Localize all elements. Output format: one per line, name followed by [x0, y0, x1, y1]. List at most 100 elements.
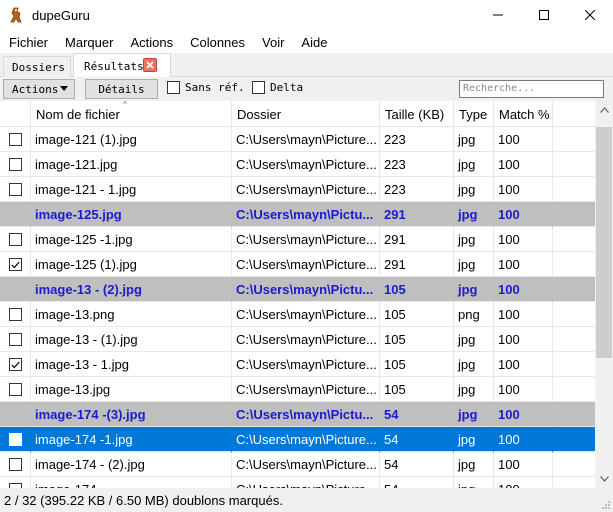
cell-size: 291 — [380, 227, 454, 252]
search-input[interactable]: Recherche... — [459, 80, 604, 98]
details-button[interactable]: Détails — [85, 79, 158, 99]
column-header-empty — [553, 101, 595, 127]
row-checkbox[interactable] — [8, 358, 22, 371]
cell-empty — [553, 227, 595, 252]
vertical-scrollbar[interactable] — [595, 101, 613, 488]
row-check-cell — [0, 327, 31, 352]
results-table: ^ Nom de fichier Dossier Taille (KB) Typ… — [0, 101, 595, 488]
cell-folder: C:\Users\mayn\Pictu... — [232, 277, 380, 302]
cell-size: 54 — [380, 402, 454, 427]
table-body: image-121 (1).jpg C:\Users\mayn\Picture..… — [0, 127, 595, 488]
table-row[interactable]: image-121.jpg C:\Users\mayn\Picture... 223… — [0, 152, 595, 177]
cell-empty — [553, 352, 595, 377]
row-checkbox[interactable] — [8, 158, 22, 171]
cell-folder: C:\Users\mayn\Picture... — [232, 127, 380, 152]
cell-match: 100 — [494, 177, 553, 202]
row-checkbox[interactable] — [8, 233, 22, 246]
menu-colonnes[interactable]: Colonnes — [181, 35, 253, 50]
row-checkbox[interactable] — [8, 333, 22, 346]
table-row[interactable]: image-13 - 1.jpg C:\Users\mayn\Picture...… — [0, 352, 595, 377]
row-check-cell — [0, 152, 31, 177]
status-text: 2 / 32 (395.22 KB / 6.50 MB) doublons ma… — [4, 492, 283, 508]
scroll-up-button[interactable] — [595, 101, 613, 119]
checkmark-icon — [10, 261, 20, 268]
cell-empty — [553, 452, 595, 477]
cell-folder: C:\Users\mayn\Picture... — [232, 327, 380, 352]
cell-match: 100 — [494, 252, 553, 277]
table-row[interactable]: image-13 - (2).jpg C:\Users\mayn\Pictu...… — [0, 277, 595, 302]
cell-type: jpg — [454, 227, 494, 252]
table-row[interactable]: image-13 - (1).jpg C:\Users\mayn\Picture.… — [0, 327, 595, 352]
delta-checkbox[interactable] — [252, 81, 265, 94]
tab-dossiers[interactable]: Dossiers — [3, 56, 71, 77]
row-check-cell — [0, 127, 31, 152]
details-label: Détails — [98, 82, 145, 96]
cell-folder: C:\Users\mayn\Picture... — [232, 252, 380, 277]
cell-folder: C:\Users\mayn\Picture... — [232, 227, 380, 252]
toolbar: Actions Détails Sans réf. Delta Recherch… — [0, 77, 613, 101]
cell-filename: image-125 -1.jpg — [31, 227, 232, 252]
row-checkbox[interactable] — [8, 133, 22, 146]
cell-size: 105 — [380, 377, 454, 402]
status-bar: 2 / 32 (395.22 KB / 6.50 MB) doublons ma… — [0, 488, 613, 512]
column-header-type[interactable]: Type — [454, 101, 494, 127]
menu-voir[interactable]: Voir — [253, 35, 292, 50]
sans-ref-checkbox[interactable] — [167, 81, 180, 94]
cell-empty — [553, 402, 595, 427]
row-checkbox[interactable] — [8, 258, 22, 271]
table-row[interactable]: image-13.jpg C:\Users\mayn\Picture... 105 j… — [0, 377, 595, 402]
table-row[interactable]: image-125 -1.jpg C:\Users\mayn\Picture...… — [0, 227, 595, 252]
menu-aide[interactable]: Aide — [292, 35, 335, 50]
cell-match: 100 — [494, 352, 553, 377]
row-checkbox[interactable] — [8, 183, 22, 196]
sort-ascending-icon: ^ — [123, 101, 127, 109]
scrollbar-thumb[interactable] — [596, 127, 612, 358]
cell-match: 100 — [494, 127, 553, 152]
tab-close-button[interactable] — [143, 58, 157, 72]
menu-fichier[interactable]: Fichier — [0, 35, 56, 50]
column-header-filename[interactable]: ^ Nom de fichier — [31, 101, 232, 127]
cell-size: 223 — [380, 127, 454, 152]
cell-match: 100 — [494, 202, 553, 227]
row-checkbox[interactable] — [8, 458, 22, 471]
menu-actions[interactable]: Actions — [121, 35, 181, 50]
cell-empty — [553, 127, 595, 152]
sans-ref-toggle[interactable]: Sans réf. — [167, 81, 245, 94]
row-check-cell — [0, 202, 31, 227]
column-header-check[interactable] — [0, 101, 31, 127]
maximize-button[interactable] — [521, 0, 567, 30]
resize-grip-icon[interactable] — [601, 500, 611, 510]
actions-dropdown-button[interactable]: Actions — [3, 79, 75, 99]
column-header-match[interactable]: Match % — [494, 101, 553, 127]
row-check-cell — [0, 302, 31, 327]
cell-match: 100 — [494, 227, 553, 252]
table-row[interactable]: image-121 - 1.jpg C:\Users\mayn\Picture..… — [0, 177, 595, 202]
table-row[interactable]: image-125 (1).jpg C:\Users\mayn\Picture..… — [0, 252, 595, 277]
close-button[interactable] — [567, 0, 613, 30]
cell-type: jpg — [454, 452, 494, 477]
cell-type: jpg — [454, 477, 494, 488]
table-row[interactable]: image-121 (1).jpg C:\Users\mayn\Picture..… — [0, 127, 595, 152]
table-row[interactable]: image-174...C:\Users\mayn\Picture...54jp… — [0, 477, 595, 488]
cell-folder: C:\Users\mayn\Picture... — [232, 302, 380, 327]
minimize-button[interactable] — [475, 0, 521, 30]
cell-empty — [553, 377, 595, 402]
cell-match: 100 — [494, 327, 553, 352]
cell-type: jpg — [454, 427, 494, 452]
menu-marquer[interactable]: Marquer — [56, 35, 121, 50]
cell-filename: image-125.jpg — [31, 202, 232, 227]
delta-toggle[interactable]: Delta — [252, 81, 303, 94]
row-checkbox[interactable] — [8, 433, 22, 446]
row-checkbox[interactable] — [8, 383, 22, 396]
chevron-down-icon — [60, 86, 68, 91]
table-row[interactable]: image-174 -(3).jpg C:\Users\mayn\Pictu...… — [0, 402, 595, 427]
table-row[interactable]: image-174 - (2).jpg C:\Users\mayn\Picture… — [0, 452, 595, 477]
table-row[interactable]: image-125.jpg C:\Users\mayn\Pictu... 291 jp… — [0, 202, 595, 227]
table-row[interactable]: image-13.png C:\Users\mayn\Picture... 105 p… — [0, 302, 595, 327]
column-header-size[interactable]: Taille (KB) — [380, 101, 454, 127]
cell-size: 54 — [380, 427, 454, 452]
column-header-folder[interactable]: Dossier — [232, 101, 380, 127]
row-checkbox[interactable] — [8, 308, 22, 321]
scroll-down-button[interactable] — [595, 470, 613, 488]
table-row[interactable]: image-174 -1.jpg C:\Users\mayn\Picture...… — [0, 427, 595, 452]
